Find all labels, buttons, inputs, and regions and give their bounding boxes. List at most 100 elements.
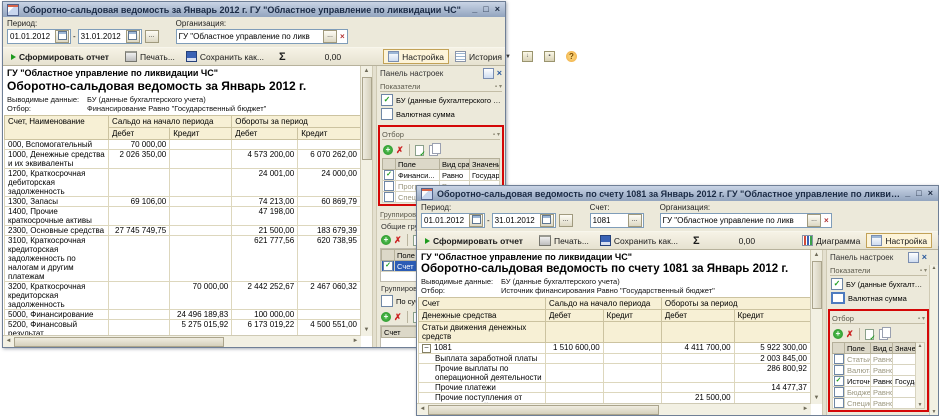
history-button[interactable]: История ▼ (933, 233, 939, 248)
scroll-thumb[interactable] (812, 261, 822, 309)
row-checkbox[interactable] (383, 192, 396, 203)
panel-v-scrollbar[interactable]: ▲ ▼ (929, 265, 938, 415)
sum-button[interactable]: Σ (689, 235, 704, 247)
save-as-button[interactable]: Сохранить как... (595, 233, 683, 248)
filter-row[interactable]: ✓Источни...РавноГосударстве... (833, 376, 916, 387)
scroll-down-icon[interactable]: ▼ (918, 402, 923, 408)
sum-button[interactable]: Σ (275, 51, 290, 63)
minimize-button[interactable]: _ (904, 188, 911, 199)
report-row[interactable]: −10811 510 600,004 411 700,005 922 300,0… (419, 343, 811, 354)
scroll-down-icon[interactable]: ▼ (814, 393, 820, 404)
scroll-left-icon[interactable]: ◄ (3, 336, 14, 347)
row-checkbox[interactable] (383, 181, 396, 192)
checkbox-checked[interactable]: ✓ (381, 94, 393, 106)
h-scrollbar[interactable]: ◄ ► (3, 335, 361, 347)
section-collapse-icon[interactable]: ▾ (922, 315, 925, 322)
v-scrollbar[interactable]: ▲ ▼ (360, 66, 372, 336)
row-checkbox[interactable] (833, 365, 845, 376)
select-all-icon[interactable] (865, 329, 874, 340)
report-row[interactable]: Прочие платежи14 477,37 (419, 383, 811, 393)
period-options-button[interactable]: ... (559, 214, 573, 227)
report-row[interactable]: 2300, Основные средства27 745 749,7521 5… (5, 226, 361, 236)
report-row[interactable]: Прочие выплаты по операционной деятельно… (419, 364, 811, 383)
add-icon[interactable]: + (833, 329, 843, 339)
generate-report-button[interactable]: Сформировать отчет (6, 50, 114, 64)
settings-button[interactable]: Настройка (866, 233, 932, 248)
v-scrollbar[interactable]: ▲ ▼ (810, 250, 822, 404)
report-row[interactable]: 1300, Запасы69 106,0074 213,0060 869,79 (5, 197, 361, 207)
scroll-down-icon[interactable]: ▼ (364, 325, 370, 336)
maximize-button[interactable]: □ (482, 4, 489, 15)
save-as-button[interactable]: Сохранить как... (181, 49, 269, 64)
filter-row[interactable]: ВалютаРавно (833, 365, 916, 376)
checkbox-focused[interactable] (831, 292, 845, 304)
indicator-bu[interactable]: ✓БУ (данные бухгалтерского учета) (831, 278, 926, 290)
tree-collapse-icon[interactable]: − (422, 344, 431, 353)
h-scrollbar[interactable]: ◄ ► (417, 403, 811, 415)
row-checkbox[interactable] (833, 398, 845, 409)
checkbox-unchecked[interactable] (381, 295, 393, 307)
pin-button[interactable]: ▪ (539, 49, 560, 64)
calendar-icon[interactable] (126, 30, 140, 43)
add-icon[interactable]: + (381, 312, 391, 322)
section-collapse-icon[interactable]: ▾ (499, 83, 502, 90)
filter-v-scrollbar[interactable]: ▲ ▼ (916, 342, 925, 409)
clear-icon[interactable]: × (822, 216, 831, 225)
print-button[interactable]: Печать... (534, 233, 594, 248)
settings-button[interactable]: Настройка (383, 49, 449, 64)
scroll-thumb[interactable] (14, 337, 224, 347)
panel-menu-icon[interactable] (483, 68, 494, 79)
filter-row[interactable]: ✓Финанси...РавноГосударствен... (383, 170, 500, 181)
maximize-button[interactable]: □ (915, 188, 922, 199)
history-button[interactable]: История ▼ (450, 49, 516, 64)
section-menu-icon[interactable]: ▪ (493, 132, 495, 138)
row-checkbox[interactable]: ✓ (382, 261, 395, 272)
scroll-up-icon[interactable]: ▲ (364, 66, 370, 77)
report-row[interactable]: 000, Вспомогательный70 000,00 (5, 140, 361, 150)
report-row[interactable]: 5000, Финансирование24 496 189,83100 000… (5, 310, 361, 320)
row-checkbox[interactable] (833, 354, 845, 365)
section-collapse-icon[interactable]: ▾ (497, 131, 500, 138)
select-all-icon[interactable] (415, 145, 424, 156)
scroll-down-icon[interactable]: ▼ (932, 409, 937, 415)
indicator-bu[interactable]: ✓БУ (данные бухгалтерского учета) (381, 94, 501, 106)
attach-button[interactable]: ↓ (517, 49, 538, 64)
row-checkbox[interactable]: ✓ (383, 170, 396, 181)
report-row[interactable]: 1000, Денежные средства и их эквиваленты… (5, 150, 361, 169)
scroll-up-icon[interactable]: ▲ (918, 343, 923, 349)
filter-row[interactable]: Бюджет...Равно (833, 387, 916, 398)
period-options-button[interactable]: ... (145, 30, 159, 43)
panel-close-icon[interactable]: × (497, 68, 502, 78)
account-input[interactable]: 1081 ... (590, 213, 644, 228)
delete-icon[interactable]: ✗ (396, 146, 404, 155)
clear-icon[interactable]: × (338, 32, 347, 41)
calendar-icon[interactable] (55, 30, 69, 43)
checkbox-unchecked[interactable] (381, 108, 393, 120)
help-button[interactable]: ? (561, 49, 582, 64)
calendar-icon[interactable] (469, 214, 483, 227)
close-button[interactable]: × (927, 188, 934, 199)
scroll-left-icon[interactable]: ◄ (417, 404, 428, 415)
filter-row[interactable]: Статьи...Равно (833, 354, 916, 365)
scroll-up-icon[interactable]: ▲ (814, 250, 820, 261)
delete-icon[interactable]: ✗ (394, 236, 402, 245)
minimize-button[interactable]: _ (471, 4, 478, 15)
generate-report-button[interactable]: Сформировать отчет (420, 234, 528, 248)
section-collapse-icon[interactable]: ▾ (924, 267, 927, 274)
report-row[interactable]: 5200, Финансовый результат5 275 015,926 … (5, 320, 361, 337)
copy-icon[interactable] (429, 145, 438, 156)
print-button[interactable]: Печать... (120, 49, 180, 64)
delete-icon[interactable]: ✗ (394, 313, 402, 322)
add-icon[interactable]: + (381, 235, 391, 245)
section-menu-icon[interactable]: ▪ (920, 268, 922, 274)
scroll-right-icon[interactable]: ► (350, 336, 361, 347)
window2-titlebar[interactable]: Оборотно-сальдовая ведомость по счету 10… (417, 186, 938, 201)
add-icon[interactable]: + (383, 145, 393, 155)
account-select-button[interactable]: ... (628, 214, 642, 227)
org-select-button[interactable]: ... (323, 30, 337, 43)
close-button[interactable]: × (494, 4, 501, 15)
filter-row[interactable]: Специф...Равно (833, 398, 916, 409)
chart-button[interactable]: Диаграмма (797, 233, 865, 248)
scroll-thumb[interactable] (428, 405, 659, 415)
org-select-button[interactable]: ... (807, 214, 821, 227)
